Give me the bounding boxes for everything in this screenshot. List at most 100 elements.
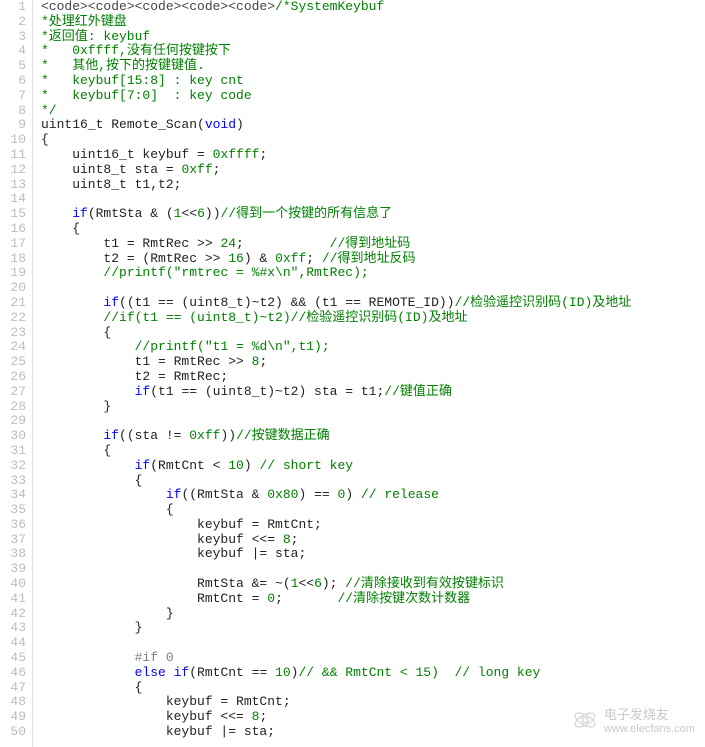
code-line: <code><code><code><code><code>/*SystemKe… <box>41 0 705 15</box>
line-number: 5 <box>4 59 26 74</box>
line-number: 27 <box>4 385 26 400</box>
line-number: 26 <box>4 370 26 385</box>
line-number: 47 <box>4 681 26 696</box>
line-number: 28 <box>4 400 26 415</box>
code-line: { <box>41 503 705 518</box>
line-number: 16 <box>4 222 26 237</box>
line-number: 10 <box>4 133 26 148</box>
code-line: if(t1 == (uint8_t)~t2) sta = t1;//键值正确 <box>41 385 705 400</box>
code-line: uint8_t t1,t2; <box>41 178 705 193</box>
line-number: 24 <box>4 340 26 355</box>
line-number: 14 <box>4 192 26 207</box>
code-line <box>41 636 705 651</box>
line-number: 29 <box>4 414 26 429</box>
line-number: 2 <box>4 15 26 30</box>
line-number: 42 <box>4 607 26 622</box>
line-number: 32 <box>4 459 26 474</box>
watermark-cn: 电子发烧友 <box>604 704 695 723</box>
code-area: <code><code><code><code><code>/*SystemKe… <box>33 0 705 747</box>
code-line: * keybuf[15:8] : key cnt <box>41 74 705 89</box>
code-line: * keybuf[7:0] : key code <box>41 89 705 104</box>
line-number: 1 <box>4 0 26 15</box>
line-number: 40 <box>4 577 26 592</box>
code-line: t1 = RmtRec >> 24; //得到地址码 <box>41 237 705 252</box>
code-line: { <box>41 222 705 237</box>
code-line: //printf("rmtrec = %#x\n",RmtRec); <box>41 266 705 281</box>
code-line: uint16_t keybuf = 0xffff; <box>41 148 705 163</box>
code-line: { <box>41 326 705 341</box>
line-number: 50 <box>4 725 26 740</box>
line-number: 21 <box>4 296 26 311</box>
line-number: 12 <box>4 163 26 178</box>
line-number: 48 <box>4 695 26 710</box>
line-number: 31 <box>4 444 26 459</box>
code-editor: 1234567891011121314151617181920212223242… <box>0 0 705 747</box>
code-line <box>41 281 705 296</box>
line-number-gutter: 1234567891011121314151617181920212223242… <box>0 0 33 747</box>
code-line: keybuf <<= 8; <box>41 533 705 548</box>
code-line: t2 = RmtRec; <box>41 370 705 385</box>
line-number: 35 <box>4 503 26 518</box>
code-line: if((sta != 0xff))//按键数据正确 <box>41 429 705 444</box>
code-line: } <box>41 621 705 636</box>
code-line: #if 0 <box>41 651 705 666</box>
line-number: 33 <box>4 474 26 489</box>
line-number: 15 <box>4 207 26 222</box>
line-number: 25 <box>4 355 26 370</box>
code-line: * 0xffff,没有任何按键按下 <box>41 44 705 59</box>
code-line: uint8_t sta = 0xff; <box>41 163 705 178</box>
code-line: * 其他,按下的按键键值. <box>41 59 705 74</box>
code-line: { <box>41 133 705 148</box>
line-number: 20 <box>4 281 26 296</box>
code-line: //printf("t1 = %d\n",t1); <box>41 340 705 355</box>
line-number: 37 <box>4 533 26 548</box>
line-number: 13 <box>4 178 26 193</box>
code-line: RmtSta &= ~(1<<6); //清除接收到有效按键标识 <box>41 577 705 592</box>
line-number: 43 <box>4 621 26 636</box>
line-number: 17 <box>4 237 26 252</box>
code-line <box>41 414 705 429</box>
watermark: 电子发烧友 www.elecfans.com <box>572 704 695 735</box>
line-number: 36 <box>4 518 26 533</box>
code-line: if((RmtSta & 0x80) == 0) // release <box>41 488 705 503</box>
code-line: t2 = (RmtRec >> 16) & 0xff; //得到地址反码 <box>41 252 705 267</box>
line-number: 4 <box>4 44 26 59</box>
line-number: 18 <box>4 252 26 267</box>
line-number: 45 <box>4 651 26 666</box>
line-number: 19 <box>4 266 26 281</box>
line-number: 3 <box>4 30 26 45</box>
line-number: 30 <box>4 429 26 444</box>
code-line: //if(t1 == (uint8_t)~t2)//检验遥控识别码(ID)及地址 <box>41 311 705 326</box>
code-line: else if(RmtCnt == 10)// && RmtCnt < 15) … <box>41 666 705 681</box>
code-line: *处理红外键盘 <box>41 15 705 30</box>
line-number: 8 <box>4 104 26 119</box>
logo-icon <box>572 707 598 733</box>
code-line: if(RmtCnt < 10) // short key <box>41 459 705 474</box>
code-line: } <box>41 400 705 415</box>
code-line: if(RmtSta & (1<<6))//得到一个按键的所有信息了 <box>41 207 705 222</box>
line-number: 44 <box>4 636 26 651</box>
line-number: 11 <box>4 148 26 163</box>
code-line: { <box>41 681 705 696</box>
line-number: 46 <box>4 666 26 681</box>
code-line: { <box>41 474 705 489</box>
line-number: 39 <box>4 562 26 577</box>
line-number: 9 <box>4 118 26 133</box>
code-line: t1 = RmtRec >> 8; <box>41 355 705 370</box>
line-number: 49 <box>4 710 26 725</box>
line-number: 7 <box>4 89 26 104</box>
code-line <box>41 562 705 577</box>
code-line: RmtCnt = 0; //清除按键次数计数器 <box>41 592 705 607</box>
line-number: 38 <box>4 547 26 562</box>
code-line: keybuf = RmtCnt; <box>41 518 705 533</box>
code-line <box>41 192 705 207</box>
line-number: 6 <box>4 74 26 89</box>
code-line: } <box>41 607 705 622</box>
code-line: keybuf |= sta; <box>41 547 705 562</box>
line-number: 23 <box>4 326 26 341</box>
code-line: */ <box>41 104 705 119</box>
code-line: { <box>41 444 705 459</box>
line-number: 41 <box>4 592 26 607</box>
watermark-url: www.elecfans.com <box>604 723 695 735</box>
code-line: uint16_t Remote_Scan(void) <box>41 118 705 133</box>
